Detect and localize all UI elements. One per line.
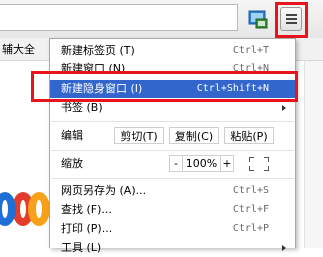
edit-label: 编辑 — [61, 129, 83, 142]
menu-row-zoom: 缩放 - 100% + — [50, 155, 295, 173]
menu-item-new-incognito[interactable]: 新建隐身窗口 (I) Ctrl+Shift+N — [50, 80, 295, 98]
cut-button[interactable]: 剪切(T) — [114, 127, 164, 144]
submenu-arrow-icon — [282, 245, 286, 251]
zoom-out-button[interactable]: - — [169, 155, 183, 172]
menu-item-new-tab[interactable]: 新建标签页 (T) Ctrl+T — [50, 42, 295, 60]
menu-separator — [51, 121, 294, 122]
extension-icon[interactable] — [248, 9, 268, 29]
menu-button[interactable] — [280, 7, 302, 31]
menu-item-find[interactable]: 查找 (F)... Ctrl+F — [50, 201, 295, 219]
submenu-arrow-icon — [282, 105, 286, 111]
chrome-menu: 新建标签页 (T) Ctrl+T 新建窗口 (N) Ctrl+N 新建隐身窗口 … — [49, 38, 296, 254]
copy-button[interactable]: 复制(C) — [169, 127, 219, 144]
menu-row-edit: 编辑 剪切(T) 复制(C) 粘贴(P) — [50, 127, 295, 145]
menu-item-bookmarks[interactable]: 书签 (B) — [50, 99, 295, 117]
zoom-label: 缩放 — [61, 157, 83, 170]
address-bar[interactable] — [0, 4, 238, 31]
zoom-in-button[interactable]: + — [220, 155, 234, 172]
zoom-level: 100% — [183, 155, 220, 172]
bookmark-item[interactable]: 辅大全 — [2, 41, 35, 57]
menu-separator — [51, 178, 294, 179]
paste-button[interactable]: 粘贴(P) — [224, 127, 274, 144]
fullscreen-icon[interactable] — [249, 157, 269, 171]
menu-item-tools[interactable]: 工具 (L) — [50, 239, 295, 257]
menu-separator — [51, 150, 294, 151]
logo-fragment — [28, 192, 50, 226]
browser-toolbar — [0, 0, 323, 38]
scrollbar[interactable] — [304, 61, 323, 248]
menu-item-save-as[interactable]: 网页另存为 (A)... Ctrl+S — [50, 182, 295, 200]
page-content — [0, 61, 50, 248]
menu-item-new-window[interactable]: 新建窗口 (N) Ctrl+N — [50, 60, 295, 78]
menu-item-print[interactable]: 打印 (P)... Ctrl+P — [50, 220, 295, 238]
